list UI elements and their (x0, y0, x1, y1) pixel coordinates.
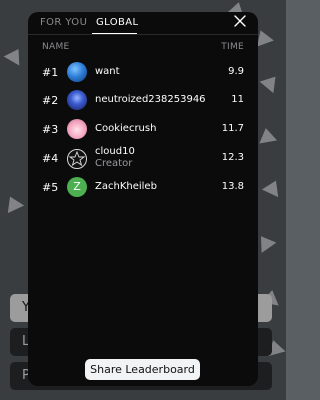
letter-z-avatar: Z (67, 177, 87, 197)
player-time: 11 (231, 94, 244, 105)
rank-label: #4 (42, 152, 59, 165)
player-time: 9.9 (228, 66, 244, 77)
rank-label: #2 (42, 94, 59, 107)
tab-global[interactable]: GLOBAL (96, 17, 139, 28)
tab-for-you[interactable]: FOR YOU (40, 17, 87, 28)
rank-label: #5 (42, 181, 59, 194)
player-time: 12.3 (221, 152, 244, 163)
leaderboard-row[interactable]: #4 cloud10 Creator 12.3 (28, 146, 258, 176)
star-sketch-avatar (67, 149, 87, 169)
earth-avatar (67, 62, 87, 82)
leaderboard-row[interactable]: #5 Z ZachKheileb 13.8 (28, 176, 258, 200)
blue-figure-avatar (67, 90, 87, 110)
player-name: Cookiecrush (95, 123, 157, 134)
rank-label: #3 (42, 123, 59, 136)
pink-girl-avatar (67, 119, 87, 139)
player-name: ZachKheileb (95, 181, 157, 192)
leaderboard-modal: FOR YOU GLOBAL NAME TIME #1 want 9.9 #2 … (28, 12, 258, 386)
rank-label: #1 (42, 66, 59, 79)
time-column-header: TIME (221, 42, 244, 52)
close-icon[interactable] (233, 15, 247, 29)
star-icon (68, 150, 86, 167)
tab-bar: FOR YOU GLOBAL (28, 12, 258, 35)
player-time: 13.8 (221, 181, 244, 192)
leaderboard-row[interactable]: #1 want 9.9 (28, 61, 258, 85)
leaderboard-row[interactable]: #3 Cookiecrush 11.7 (28, 118, 258, 142)
active-tab-indicator (92, 33, 137, 34)
player-name: cloud10 (95, 146, 135, 157)
player-name: neutroized238253946 (95, 94, 206, 105)
creator-label: Creator (95, 158, 133, 169)
player-name: want (95, 66, 120, 77)
share-leaderboard-button[interactable]: Share Leaderboard (85, 359, 200, 380)
leaderboard-row[interactable]: #2 neutroized238253946 11 (28, 89, 258, 113)
player-time: 11.7 (221, 123, 244, 134)
name-column-header: NAME (42, 42, 70, 52)
